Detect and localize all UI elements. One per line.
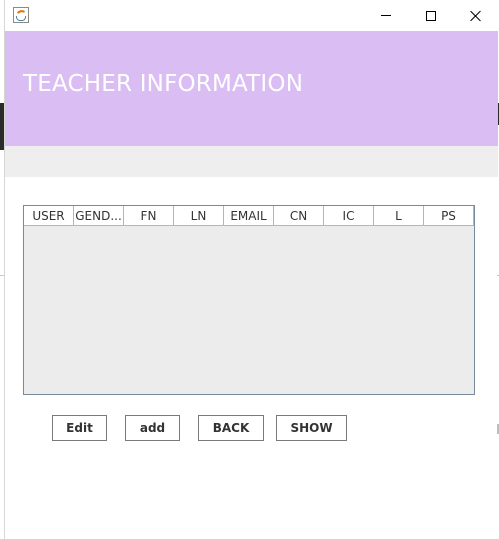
minimize-icon	[381, 15, 391, 16]
header-banner: TEACHER INFORMATION	[5, 31, 498, 146]
maximize-button[interactable]	[408, 0, 454, 31]
maximize-icon	[426, 10, 436, 21]
page-title: TEACHER INFORMATION	[23, 71, 304, 97]
column-header-fn[interactable]: FN	[124, 206, 174, 226]
close-button[interactable]	[453, 0, 499, 31]
teacher-table[interactable]: USER GEND... FN LN EMAIL CN IC L PS	[23, 205, 475, 395]
table-body[interactable]	[24, 226, 474, 394]
back-button[interactable]: BACK	[198, 415, 264, 441]
add-button[interactable]: add	[125, 415, 180, 441]
column-header-cn[interactable]: CN	[274, 206, 324, 226]
app-window: TEACHER INFORMATION USER GEND... FN LN E…	[4, 0, 498, 539]
edit-button[interactable]: Edit	[52, 415, 107, 441]
title-bar[interactable]	[5, 0, 498, 31]
column-header-gender[interactable]: GEND...	[74, 206, 124, 226]
column-header-ic[interactable]: IC	[324, 206, 374, 226]
column-header-user[interactable]: USER	[24, 206, 74, 226]
header-divider-band	[5, 146, 498, 177]
column-header-email[interactable]: EMAIL	[224, 206, 274, 226]
column-header-ln[interactable]: LN	[174, 206, 224, 226]
close-icon	[470, 10, 482, 22]
show-button[interactable]: SHOW	[276, 415, 347, 441]
table-header: USER GEND... FN LN EMAIL CN IC L PS	[24, 206, 474, 226]
java-cup-icon[interactable]	[13, 7, 29, 23]
column-header-l[interactable]: L	[374, 206, 424, 226]
minimize-button[interactable]	[363, 0, 409, 31]
column-header-ps[interactable]: PS	[424, 206, 474, 226]
